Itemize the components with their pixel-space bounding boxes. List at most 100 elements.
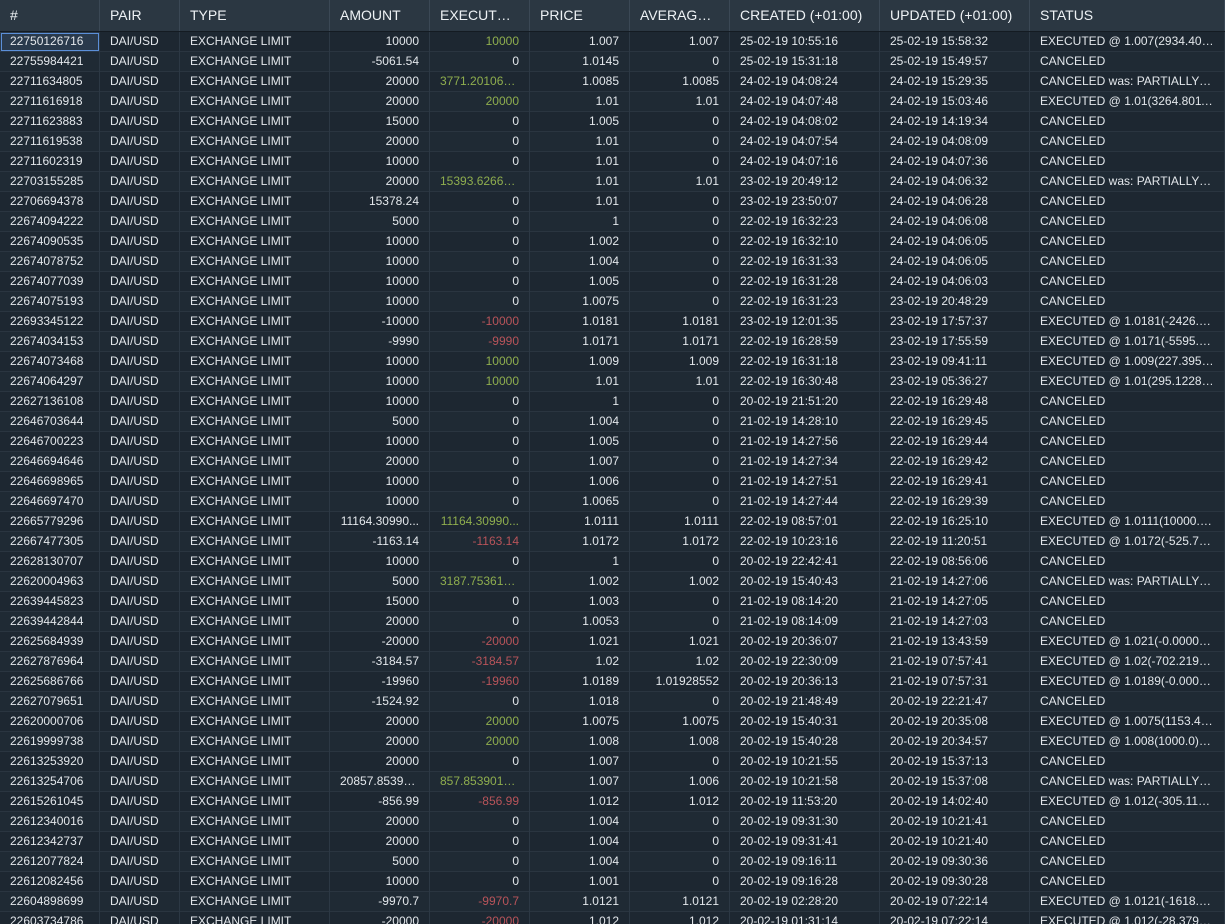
cell-status[interactable]: EXECUTED @ 1.009(227.39546...: [1030, 352, 1225, 372]
cell-amount[interactable]: 20000: [330, 132, 430, 152]
cell-updated[interactable]: 20-02-19 10:21:40: [880, 832, 1030, 852]
cell-amount[interactable]: -9970.7: [330, 892, 430, 912]
cell-status[interactable]: CANCELED: [1030, 832, 1225, 852]
cell-type[interactable]: EXCHANGE LIMIT: [180, 832, 330, 852]
cell-price[interactable]: 1.003: [530, 592, 630, 612]
cell-status[interactable]: CANCELED: [1030, 252, 1225, 272]
table-row[interactable]: 22667477305 DAI/USD EXCHANGE LIMIT -1163.14…: [0, 532, 1225, 552]
cell-updated[interactable]: 20-02-19 07:22:14: [880, 912, 1030, 924]
cell-pair[interactable]: DAI/USD: [100, 372, 180, 392]
cell-pair[interactable]: DAI/USD: [100, 672, 180, 692]
cell-executed[interactable]: -19960: [430, 672, 530, 692]
cell-created[interactable]: 20-02-19 02:28:20: [730, 892, 880, 912]
cell-type[interactable]: EXCHANGE LIMIT: [180, 892, 330, 912]
table-row[interactable]: 22674073468 DAI/USD EXCHANGE LIMIT 10000 100…: [0, 352, 1225, 372]
table-row[interactable]: 22674064297 DAI/USD EXCHANGE LIMIT 10000 100…: [0, 372, 1225, 392]
cell-status[interactable]: CANCELED: [1030, 392, 1225, 412]
cell-created[interactable]: 25-02-19 15:31:18: [730, 52, 880, 72]
cell-executed[interactable]: 0: [430, 592, 530, 612]
cell-type[interactable]: EXCHANGE LIMIT: [180, 152, 330, 172]
cell-created[interactable]: 21-02-19 14:27:34: [730, 452, 880, 472]
cell-created[interactable]: 20-02-19 11:53:20: [730, 792, 880, 812]
column-header-average[interactable]: AVERAGE ...: [630, 0, 730, 31]
cell-average[interactable]: 1.006: [630, 772, 730, 792]
cell-executed[interactable]: -3184.57: [430, 652, 530, 672]
cell-created[interactable]: 21-02-19 14:27:44: [730, 492, 880, 512]
cell-price[interactable]: 1.01: [530, 132, 630, 152]
cell-price[interactable]: 1.0121: [530, 892, 630, 912]
cell-order-id[interactable]: 22612340016: [0, 812, 100, 832]
cell-updated[interactable]: 20-02-19 15:37:13: [880, 752, 1030, 772]
cell-status[interactable]: CANCELED was: PARTIALLY FIL...: [1030, 572, 1225, 592]
column-header-status[interactable]: STATUS: [1030, 0, 1225, 31]
cell-price[interactable]: 1.002: [530, 232, 630, 252]
table-row[interactable]: 22628130707 DAI/USD EXCHANGE LIMIT 10000 0 1 0…: [0, 552, 1225, 572]
cell-executed[interactable]: 0: [430, 552, 530, 572]
table-row[interactable]: 22619999738 DAI/USD EXCHANGE LIMIT 20000 200…: [0, 732, 1225, 752]
cell-amount[interactable]: 20000: [330, 812, 430, 832]
cell-pair[interactable]: DAI/USD: [100, 212, 180, 232]
cell-pair[interactable]: DAI/USD: [100, 772, 180, 792]
cell-order-id[interactable]: 22612342737: [0, 832, 100, 852]
cell-price[interactable]: 1.005: [530, 112, 630, 132]
cell-amount[interactable]: -10000: [330, 312, 430, 332]
cell-status[interactable]: EXECUTED @ 1.0172(-525.7576...: [1030, 532, 1225, 552]
cell-created[interactable]: 21-02-19 08:14:20: [730, 592, 880, 612]
cell-pair[interactable]: DAI/USD: [100, 872, 180, 892]
cell-average[interactable]: 0: [630, 192, 730, 212]
cell-status[interactable]: EXECUTED @ 1.008(1000.0): wa...: [1030, 732, 1225, 752]
cell-status[interactable]: EXECUTED @ 1.01(3264.80110...: [1030, 92, 1225, 112]
cell-price[interactable]: 1.009: [530, 352, 630, 372]
cell-type[interactable]: EXCHANGE LIMIT: [180, 132, 330, 152]
cell-price[interactable]: 1.012: [530, 792, 630, 812]
table-row[interactable]: 22646697470 DAI/USD EXCHANGE LIMIT 10000 0 1.…: [0, 492, 1225, 512]
cell-type[interactable]: EXCHANGE LIMIT: [180, 812, 330, 832]
table-row[interactable]: 22755984421 DAI/USD EXCHANGE LIMIT -5061.54…: [0, 52, 1225, 72]
cell-created[interactable]: 22-02-19 08:57:01: [730, 512, 880, 532]
cell-status[interactable]: EXECUTED @ 1.0171(-5595.761...: [1030, 332, 1225, 352]
cell-executed[interactable]: 0: [430, 432, 530, 452]
cell-order-id[interactable]: 22750126716: [0, 32, 100, 52]
cell-executed[interactable]: 10000: [430, 372, 530, 392]
table-row[interactable]: 22612342737 DAI/USD EXCHANGE LIMIT 20000 0 1.…: [0, 832, 1225, 852]
cell-pair[interactable]: DAI/USD: [100, 32, 180, 52]
table-row[interactable]: 22604898699 DAI/USD EXCHANGE LIMIT -9970.7-…: [0, 892, 1225, 912]
cell-type[interactable]: EXCHANGE LIMIT: [180, 172, 330, 192]
cell-price[interactable]: 1.0171: [530, 332, 630, 352]
cell-executed[interactable]: 0: [430, 812, 530, 832]
cell-average[interactable]: 0: [630, 612, 730, 632]
cell-status[interactable]: EXECUTED @ 1.012(-305.11667...: [1030, 792, 1225, 812]
cell-created[interactable]: 23-02-19 23:50:07: [730, 192, 880, 212]
cell-average[interactable]: 0: [630, 852, 730, 872]
cell-updated[interactable]: 20-02-19 15:37:08: [880, 772, 1030, 792]
cell-amount[interactable]: 20857.85390...: [330, 772, 430, 792]
cell-type[interactable]: EXCHANGE LIMIT: [180, 772, 330, 792]
cell-updated[interactable]: 23-02-19 09:41:11: [880, 352, 1030, 372]
cell-created[interactable]: 20-02-19 09:16:11: [730, 852, 880, 872]
cell-updated[interactable]: 24-02-19 04:06:05: [880, 252, 1030, 272]
cell-type[interactable]: EXCHANGE LIMIT: [180, 712, 330, 732]
table-row[interactable]: 22639442844 DAI/USD EXCHANGE LIMIT 20000 0 1.…: [0, 612, 1225, 632]
cell-type[interactable]: EXCHANGE LIMIT: [180, 512, 330, 532]
cell-executed[interactable]: 0: [430, 232, 530, 252]
cell-status[interactable]: EXECUTED @ 1.0121(-1618.091...: [1030, 892, 1225, 912]
cell-order-id[interactable]: 22674090535: [0, 232, 100, 252]
cell-executed[interactable]: 0: [430, 872, 530, 892]
cell-order-id[interactable]: 22674077039: [0, 272, 100, 292]
cell-status[interactable]: CANCELED: [1030, 852, 1225, 872]
cell-pair[interactable]: DAI/USD: [100, 692, 180, 712]
cell-status[interactable]: EXECUTED @ 1.0181(-2426.160...: [1030, 312, 1225, 332]
cell-executed[interactable]: 0: [430, 852, 530, 872]
cell-updated[interactable]: 24-02-19 04:08:09: [880, 132, 1030, 152]
cell-created[interactable]: 20-02-19 22:42:41: [730, 552, 880, 572]
cell-average[interactable]: 1.02: [630, 652, 730, 672]
table-row[interactable]: 22711634805 DAI/USD EXCHANGE LIMIT 20000 377…: [0, 72, 1225, 92]
cell-pair[interactable]: DAI/USD: [100, 832, 180, 852]
cell-price[interactable]: 1.007: [530, 32, 630, 52]
cell-executed[interactable]: 0: [430, 392, 530, 412]
cell-updated[interactable]: 20-02-19 09:30:36: [880, 852, 1030, 872]
cell-executed[interactable]: 0: [430, 752, 530, 772]
cell-average[interactable]: 1.01: [630, 372, 730, 392]
cell-created[interactable]: 21-02-19 14:28:10: [730, 412, 880, 432]
cell-executed[interactable]: 15393.62669...: [430, 172, 530, 192]
